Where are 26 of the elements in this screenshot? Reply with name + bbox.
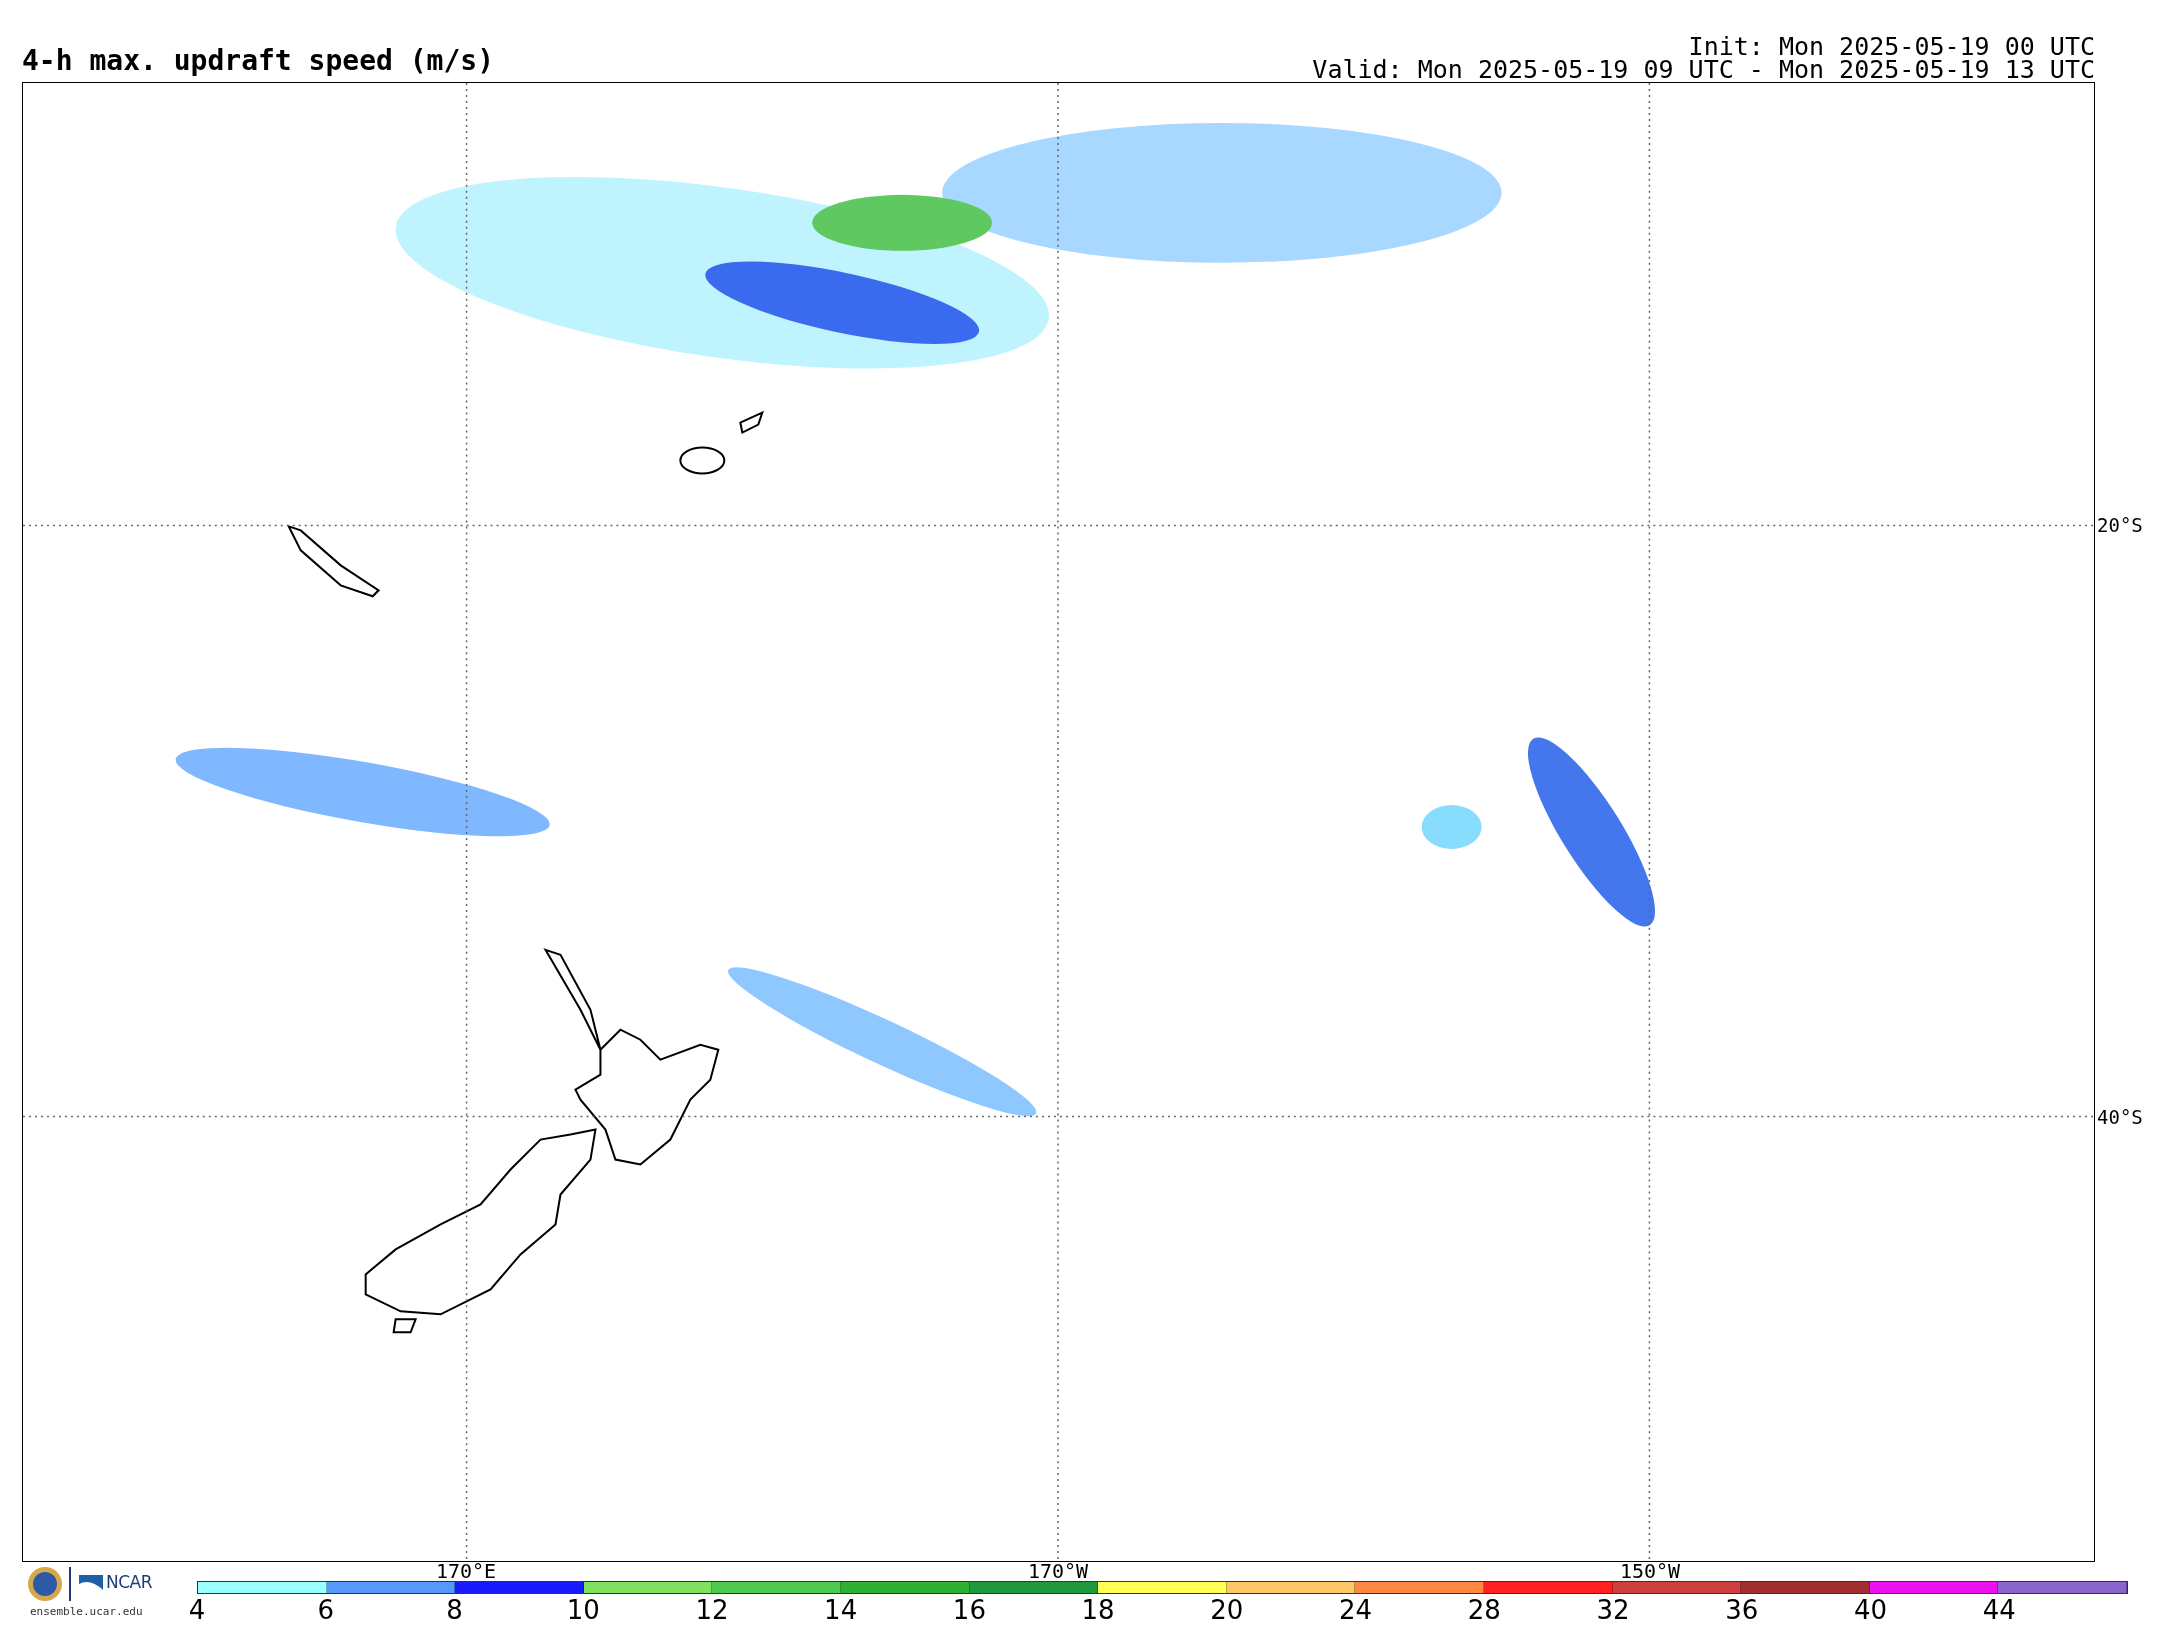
colorbar-tick-label: 32 [1596,1596,1630,1624]
longitude-label: 150°W [1619,1561,1681,1581]
colorbar-tick-label: 16 [952,1596,986,1624]
colorbar-tick-label: 8 [446,1596,463,1624]
colorbar-tick-label: 28 [1467,1596,1501,1624]
colorbar-tick-label: 44 [1982,1596,2016,1624]
logo-text: NCAR [106,1572,153,1592]
colorbar-tick-label: 20 [1210,1596,1244,1624]
longitude-label: 170°E [435,1561,497,1581]
colorbar-tick-label: 14 [824,1596,858,1624]
colorbar-tick-label: 18 [1081,1596,1115,1624]
longitude-label: 170°W [1027,1561,1089,1581]
valid-time: Valid: Mon 2025-05-19 09 UTC - Mon 2025-05-19 13 UTC [1312,58,2095,81]
colorbar-tick-label: 40 [1854,1596,1888,1624]
colorbar-tick-label: 6 [317,1596,334,1624]
init-time: Init: Mon 2025-05-19 00 UTC [1687,35,2095,58]
colorbar-tick-label: 4 [188,1596,206,1624]
seal-icon [27,1566,63,1602]
colorbar-tick-label: 10 [566,1596,600,1624]
colorbar-tick-label: 24 [1339,1596,1373,1624]
colorbar-tick-label: 36 [1725,1596,1759,1624]
latitude-label: 40°S [2097,1107,2143,1127]
colorbar-tick-label: 12 [695,1596,729,1624]
chart-title: 4-h max. updraft speed (m/s) [22,46,494,79]
website-url: ensemble.ucar.edu [30,1605,143,1618]
latitude-label: 20°S [2097,515,2143,535]
